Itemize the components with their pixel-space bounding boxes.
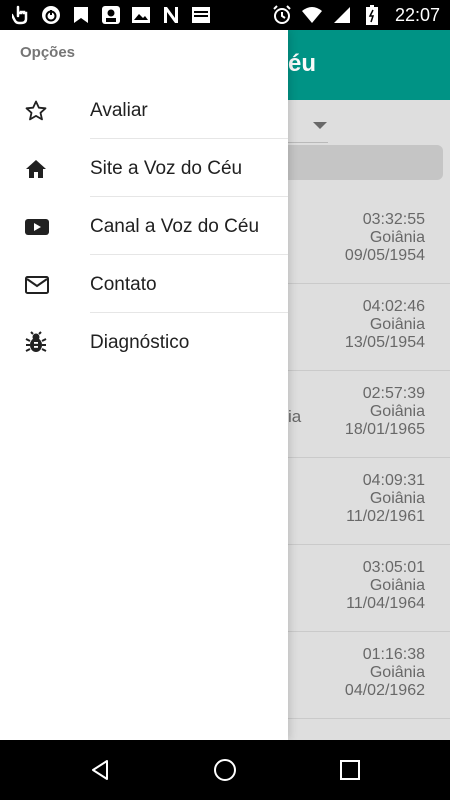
mail-icon bbox=[24, 273, 49, 297]
home-icon bbox=[24, 157, 48, 181]
clock: 22:07 bbox=[394, 4, 440, 25]
home-circle-icon bbox=[214, 759, 236, 781]
alarm-icon bbox=[271, 4, 293, 26]
navigation-drawer: Opções Avaliar Site a Voz do Céu Canal a… bbox=[0, 30, 288, 740]
menu-item-label: Diagnóstico bbox=[90, 332, 190, 353]
status-bar: 22:07 bbox=[0, 0, 450, 30]
menu-item-site[interactable]: Site a Voz do Céu bbox=[0, 139, 288, 197]
back-button[interactable] bbox=[86, 756, 114, 784]
system-icons: 22:07 bbox=[271, 4, 440, 26]
back-icon bbox=[92, 760, 108, 780]
notification-icons bbox=[10, 4, 212, 26]
drawer-header: Opções bbox=[20, 44, 76, 61]
wifi-icon bbox=[301, 4, 323, 26]
menu-item-label: Avaliar bbox=[90, 100, 148, 121]
menu-item-label: Canal a Voz do Céu bbox=[90, 216, 260, 237]
bible-app-icon bbox=[190, 4, 212, 26]
menu-item-diagnostico[interactable]: Diagnóstico bbox=[0, 313, 288, 371]
n-app-icon bbox=[160, 4, 182, 26]
youtube-icon bbox=[24, 215, 49, 239]
cellular-icon bbox=[331, 4, 353, 26]
drawer-menu: Avaliar Site a Voz do Céu Canal a Voz do… bbox=[0, 81, 288, 371]
bug-icon bbox=[24, 331, 48, 355]
recents-icon bbox=[340, 760, 360, 780]
system-nav-bar bbox=[0, 740, 450, 800]
battery-icon bbox=[361, 4, 383, 26]
menu-item-contato[interactable]: Contato bbox=[0, 255, 288, 313]
star-icon bbox=[24, 99, 48, 123]
image-icon bbox=[130, 4, 152, 26]
recents-button[interactable] bbox=[336, 756, 364, 784]
menu-item-canal[interactable]: Canal a Voz do Céu bbox=[0, 197, 288, 255]
home-button[interactable] bbox=[211, 756, 239, 784]
person-app-icon bbox=[100, 4, 122, 26]
menu-item-label: Contato bbox=[90, 274, 157, 295]
hand-icon bbox=[10, 4, 32, 26]
bookmark-icon bbox=[70, 4, 92, 26]
power-icon bbox=[40, 4, 62, 26]
menu-item-avaliar[interactable]: Avaliar bbox=[0, 81, 288, 139]
menu-item-label: Site a Voz do Céu bbox=[90, 158, 243, 179]
